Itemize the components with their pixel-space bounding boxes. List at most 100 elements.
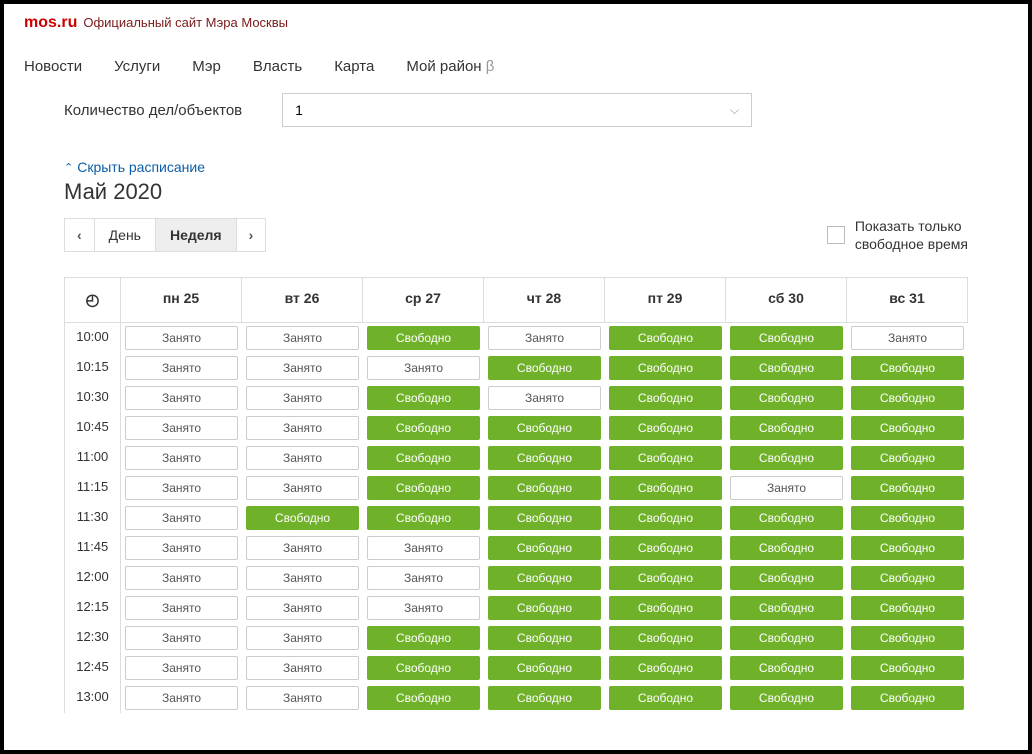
- slot-free[interactable]: Свободно: [851, 566, 964, 590]
- slot-busy[interactable]: Занято: [246, 386, 359, 410]
- slot-free[interactable]: Свободно: [851, 356, 964, 380]
- slot-free[interactable]: Свободно: [488, 416, 601, 440]
- slot-free[interactable]: Свободно: [488, 446, 601, 470]
- slot-free[interactable]: Свободно: [609, 596, 722, 620]
- free-only-checkbox[interactable]: [827, 226, 845, 244]
- slot-free[interactable]: Свободно: [367, 446, 480, 470]
- slot-free[interactable]: Свободно: [851, 446, 964, 470]
- nav-item-2[interactable]: Мэр: [192, 58, 221, 75]
- slot-free[interactable]: Свободно: [609, 506, 722, 530]
- slot-free[interactable]: Свободно: [367, 386, 480, 410]
- slot-free[interactable]: Свободно: [609, 356, 722, 380]
- nav-item-3[interactable]: Власть: [253, 58, 302, 75]
- slot-free[interactable]: Свободно: [730, 446, 843, 470]
- nav-item-5[interactable]: Мой район β: [406, 58, 494, 75]
- slot-busy[interactable]: Занято: [125, 686, 238, 710]
- slot-free[interactable]: Свободно: [488, 626, 601, 650]
- slot-busy[interactable]: Занято: [367, 566, 480, 590]
- slot-busy[interactable]: Занято: [246, 626, 359, 650]
- slot-free[interactable]: Свободно: [367, 626, 480, 650]
- slot-busy[interactable]: Занято: [246, 476, 359, 500]
- slot-busy[interactable]: Занято: [246, 536, 359, 560]
- slot-busy[interactable]: Занято: [246, 596, 359, 620]
- slot-free[interactable]: Свободно: [609, 536, 722, 560]
- slot-free[interactable]: Свободно: [851, 386, 964, 410]
- slot-free[interactable]: Свободно: [609, 566, 722, 590]
- hide-schedule-toggle[interactable]: ⌃ Скрыть расписание: [64, 159, 968, 175]
- slot-free[interactable]: Свободно: [609, 626, 722, 650]
- slot-busy[interactable]: Занято: [730, 476, 843, 500]
- nav-item-1[interactable]: Услуги: [114, 58, 160, 75]
- nav-item-0[interactable]: Новости: [24, 58, 82, 75]
- slot-free[interactable]: Свободно: [730, 566, 843, 590]
- slot-busy[interactable]: Занято: [125, 626, 238, 650]
- slot-free[interactable]: Свободно: [851, 416, 964, 440]
- slot-busy[interactable]: Занято: [367, 356, 480, 380]
- slot-busy[interactable]: Занято: [246, 356, 359, 380]
- slot-free[interactable]: Свободно: [488, 506, 601, 530]
- slot-busy[interactable]: Занято: [125, 386, 238, 410]
- slot-free[interactable]: Свободно: [367, 506, 480, 530]
- slot-free[interactable]: Свободно: [488, 476, 601, 500]
- slot-free[interactable]: Свободно: [488, 686, 601, 710]
- slot-free[interactable]: Свободно: [488, 566, 601, 590]
- slot-free[interactable]: Свободно: [488, 536, 601, 560]
- slot-busy[interactable]: Занято: [488, 326, 601, 350]
- slot-busy[interactable]: Занято: [125, 326, 238, 350]
- slot-busy[interactable]: Занято: [246, 656, 359, 680]
- slot-free[interactable]: Свободно: [609, 416, 722, 440]
- slot-busy[interactable]: Занято: [246, 446, 359, 470]
- slot-busy[interactable]: Занято: [851, 326, 964, 350]
- slot-busy[interactable]: Занято: [125, 596, 238, 620]
- slot-free[interactable]: Свободно: [488, 356, 601, 380]
- slot-free[interactable]: Свободно: [730, 506, 843, 530]
- nav-item-4[interactable]: Карта: [334, 58, 374, 75]
- slot-free[interactable]: Свободно: [246, 506, 359, 530]
- slot-free[interactable]: Свободно: [609, 476, 722, 500]
- slot-busy[interactable]: Занято: [367, 536, 480, 560]
- slot-busy[interactable]: Занято: [125, 536, 238, 560]
- slot-free[interactable]: Свободно: [851, 626, 964, 650]
- slot-free[interactable]: Свободно: [730, 656, 843, 680]
- slot-free[interactable]: Свободно: [367, 476, 480, 500]
- slot-busy[interactable]: Занято: [367, 596, 480, 620]
- slot-busy[interactable]: Занято: [125, 476, 238, 500]
- slot-free[interactable]: Свободно: [367, 326, 480, 350]
- prev-button[interactable]: ‹: [65, 219, 95, 251]
- slot-free[interactable]: Свободно: [367, 686, 480, 710]
- slot-free[interactable]: Свободно: [851, 686, 964, 710]
- slot-free[interactable]: Свободно: [488, 656, 601, 680]
- slot-busy[interactable]: Занято: [246, 416, 359, 440]
- slot-free[interactable]: Свободно: [730, 596, 843, 620]
- slot-free[interactable]: Свободно: [609, 656, 722, 680]
- slot-busy[interactable]: Занято: [125, 566, 238, 590]
- slot-free[interactable]: Свободно: [609, 386, 722, 410]
- slot-free[interactable]: Свободно: [609, 686, 722, 710]
- qty-select[interactable]: 1 ⌵: [282, 93, 752, 127]
- slot-free[interactable]: Свободно: [730, 326, 843, 350]
- slot-free[interactable]: Свободно: [730, 686, 843, 710]
- slot-busy[interactable]: Занято: [125, 416, 238, 440]
- slot-free[interactable]: Свободно: [730, 416, 843, 440]
- slot-free[interactable]: Свободно: [730, 536, 843, 560]
- next-button[interactable]: ›: [237, 219, 266, 251]
- slot-free[interactable]: Свободно: [851, 476, 964, 500]
- view-week-button[interactable]: Неделя: [156, 219, 237, 251]
- slot-busy[interactable]: Занято: [488, 386, 601, 410]
- slot-free[interactable]: Свободно: [851, 506, 964, 530]
- slot-busy[interactable]: Занято: [246, 326, 359, 350]
- slot-busy[interactable]: Занято: [246, 686, 359, 710]
- slot-busy[interactable]: Занято: [125, 506, 238, 530]
- site-logo[interactable]: mos.ru: [24, 14, 77, 32]
- slot-busy[interactable]: Занято: [125, 656, 238, 680]
- slot-free[interactable]: Свободно: [851, 596, 964, 620]
- slot-free[interactable]: Свободно: [730, 626, 843, 650]
- slot-busy[interactable]: Занято: [246, 566, 359, 590]
- slot-free[interactable]: Свободно: [730, 356, 843, 380]
- slot-free[interactable]: Свободно: [367, 416, 480, 440]
- slot-free[interactable]: Свободно: [851, 656, 964, 680]
- slot-busy[interactable]: Занято: [125, 446, 238, 470]
- slot-free[interactable]: Свободно: [367, 656, 480, 680]
- view-day-button[interactable]: День: [95, 219, 156, 251]
- slot-free[interactable]: Свободно: [730, 386, 843, 410]
